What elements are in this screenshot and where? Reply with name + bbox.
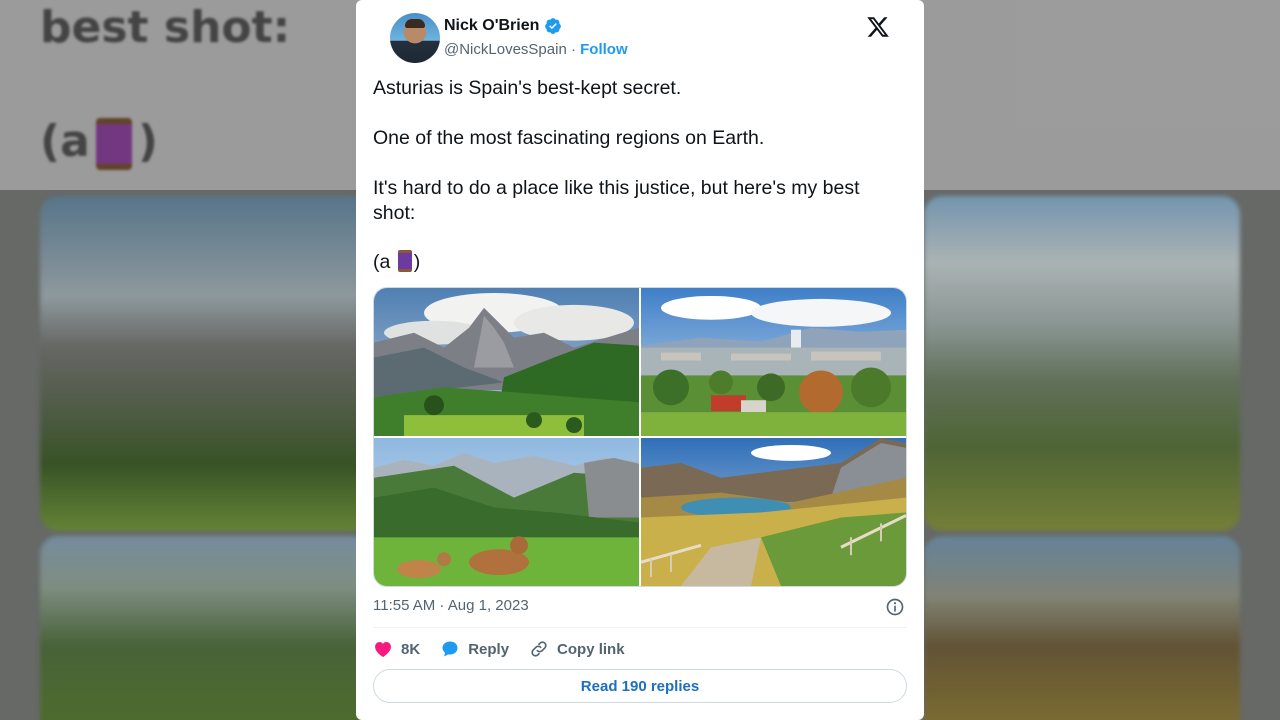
info-icon[interactable]: [885, 597, 905, 617]
thread-indicator: (a ): [373, 250, 420, 275]
author-row: Nick O'Brien: [444, 17, 562, 35]
copy-link-label: Copy link: [557, 640, 625, 658]
follow-button[interactable]: Follow: [580, 41, 628, 58]
heart-icon: [375, 642, 391, 657]
divider: [373, 627, 907, 628]
tweet-header: Nick O'Brien @NickLovesSpain · Follow: [373, 0, 907, 74]
author-handle[interactable]: @NickLovesSpain: [444, 41, 567, 58]
thread-prefix: (a: [373, 251, 391, 273]
tweet-timestamp[interactable]: 11:55 AM · Aug 1, 2023: [373, 597, 529, 614]
tweet-card: Nick O'Brien @NickLovesSpain · Follow As…: [356, 0, 924, 720]
media-image-mountain-peak[interactable]: [374, 288, 639, 436]
media-grid: [373, 287, 907, 587]
media-image-cows-valley[interactable]: [374, 438, 639, 586]
like-count: 8K: [401, 640, 421, 658]
reply-label: Reply: [468, 640, 510, 658]
timestamp-row: 11:55 AM · Aug 1, 2023: [373, 597, 907, 617]
media-image-lake-path[interactable]: [641, 438, 906, 586]
verified-badge-icon: [545, 18, 562, 34]
like-button[interactable]: 8K: [373, 639, 420, 659]
author-name[interactable]: Nick O'Brien: [444, 17, 539, 35]
x-logo-icon[interactable]: [866, 15, 890, 39]
copy-link-button[interactable]: Copy link: [529, 639, 625, 659]
thread-suffix: ): [413, 251, 421, 273]
thread-spool-icon: [397, 250, 412, 272]
media-image-city-view[interactable]: [641, 288, 906, 436]
read-replies-button[interactable]: Read 190 replies: [373, 669, 907, 703]
speech-bubble-icon: [442, 641, 458, 657]
handle-separator: ·: [566, 41, 581, 58]
link-icon: [531, 641, 547, 657]
tweet-paragraph: Asturias is Spain's best-kept secret.: [373, 77, 682, 99]
action-bar: 8K Reply Copy link: [373, 638, 645, 660]
tweet-paragraph: One of the most fascinating regions on E…: [373, 127, 765, 149]
handle-row: @NickLovesSpain · Follow: [444, 41, 628, 58]
tweet-paragraph: It's hard to do a place like this justic…: [373, 177, 860, 224]
avatar[interactable]: [390, 13, 440, 63]
reply-button[interactable]: Reply: [440, 639, 509, 659]
